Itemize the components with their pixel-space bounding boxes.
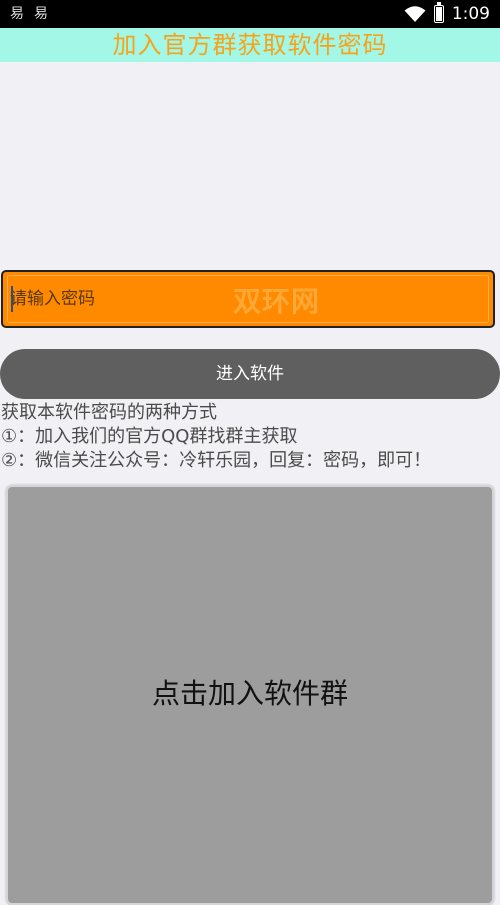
status-bar: 易 易 1:09: [0, 0, 500, 28]
battery-level: [435, 6, 442, 21]
instructions-line-1: ①：加入我们的官方QQ群找群主获取: [1, 426, 298, 447]
enter-software-button[interactable]: 进入软件: [0, 349, 500, 399]
status-indicators: 1:09: [404, 2, 490, 25]
text-cursor: [11, 286, 13, 312]
instructions-heading: 获取本软件密码的两种方式: [1, 402, 217, 423]
wifi-icon: [404, 6, 426, 22]
instructions: 获取本软件密码的两种方式 ①：加入我们的官方QQ群找群主获取 ②：微信关注公众号…: [1, 401, 499, 473]
password-input[interactable]: [10, 282, 470, 316]
battery-icon: [433, 2, 444, 23]
join-group-label: 点击加入软件群: [151, 677, 348, 710]
join-group-button[interactable]: 点击加入软件群: [6, 485, 494, 905]
notification-area: 易 易: [10, 4, 48, 24]
clock: 1:09: [451, 4, 490, 24]
notification-icon: 易: [10, 6, 24, 22]
password-field-container[interactable]: 双环网: [1, 270, 495, 328]
notification-icon: 易: [34, 6, 48, 22]
page-title: 加入官方群获取软件密码: [0, 28, 500, 62]
instructions-line-2: ②：微信关注公众号：冷轩乐园，回复：密码，即可！: [1, 450, 432, 471]
